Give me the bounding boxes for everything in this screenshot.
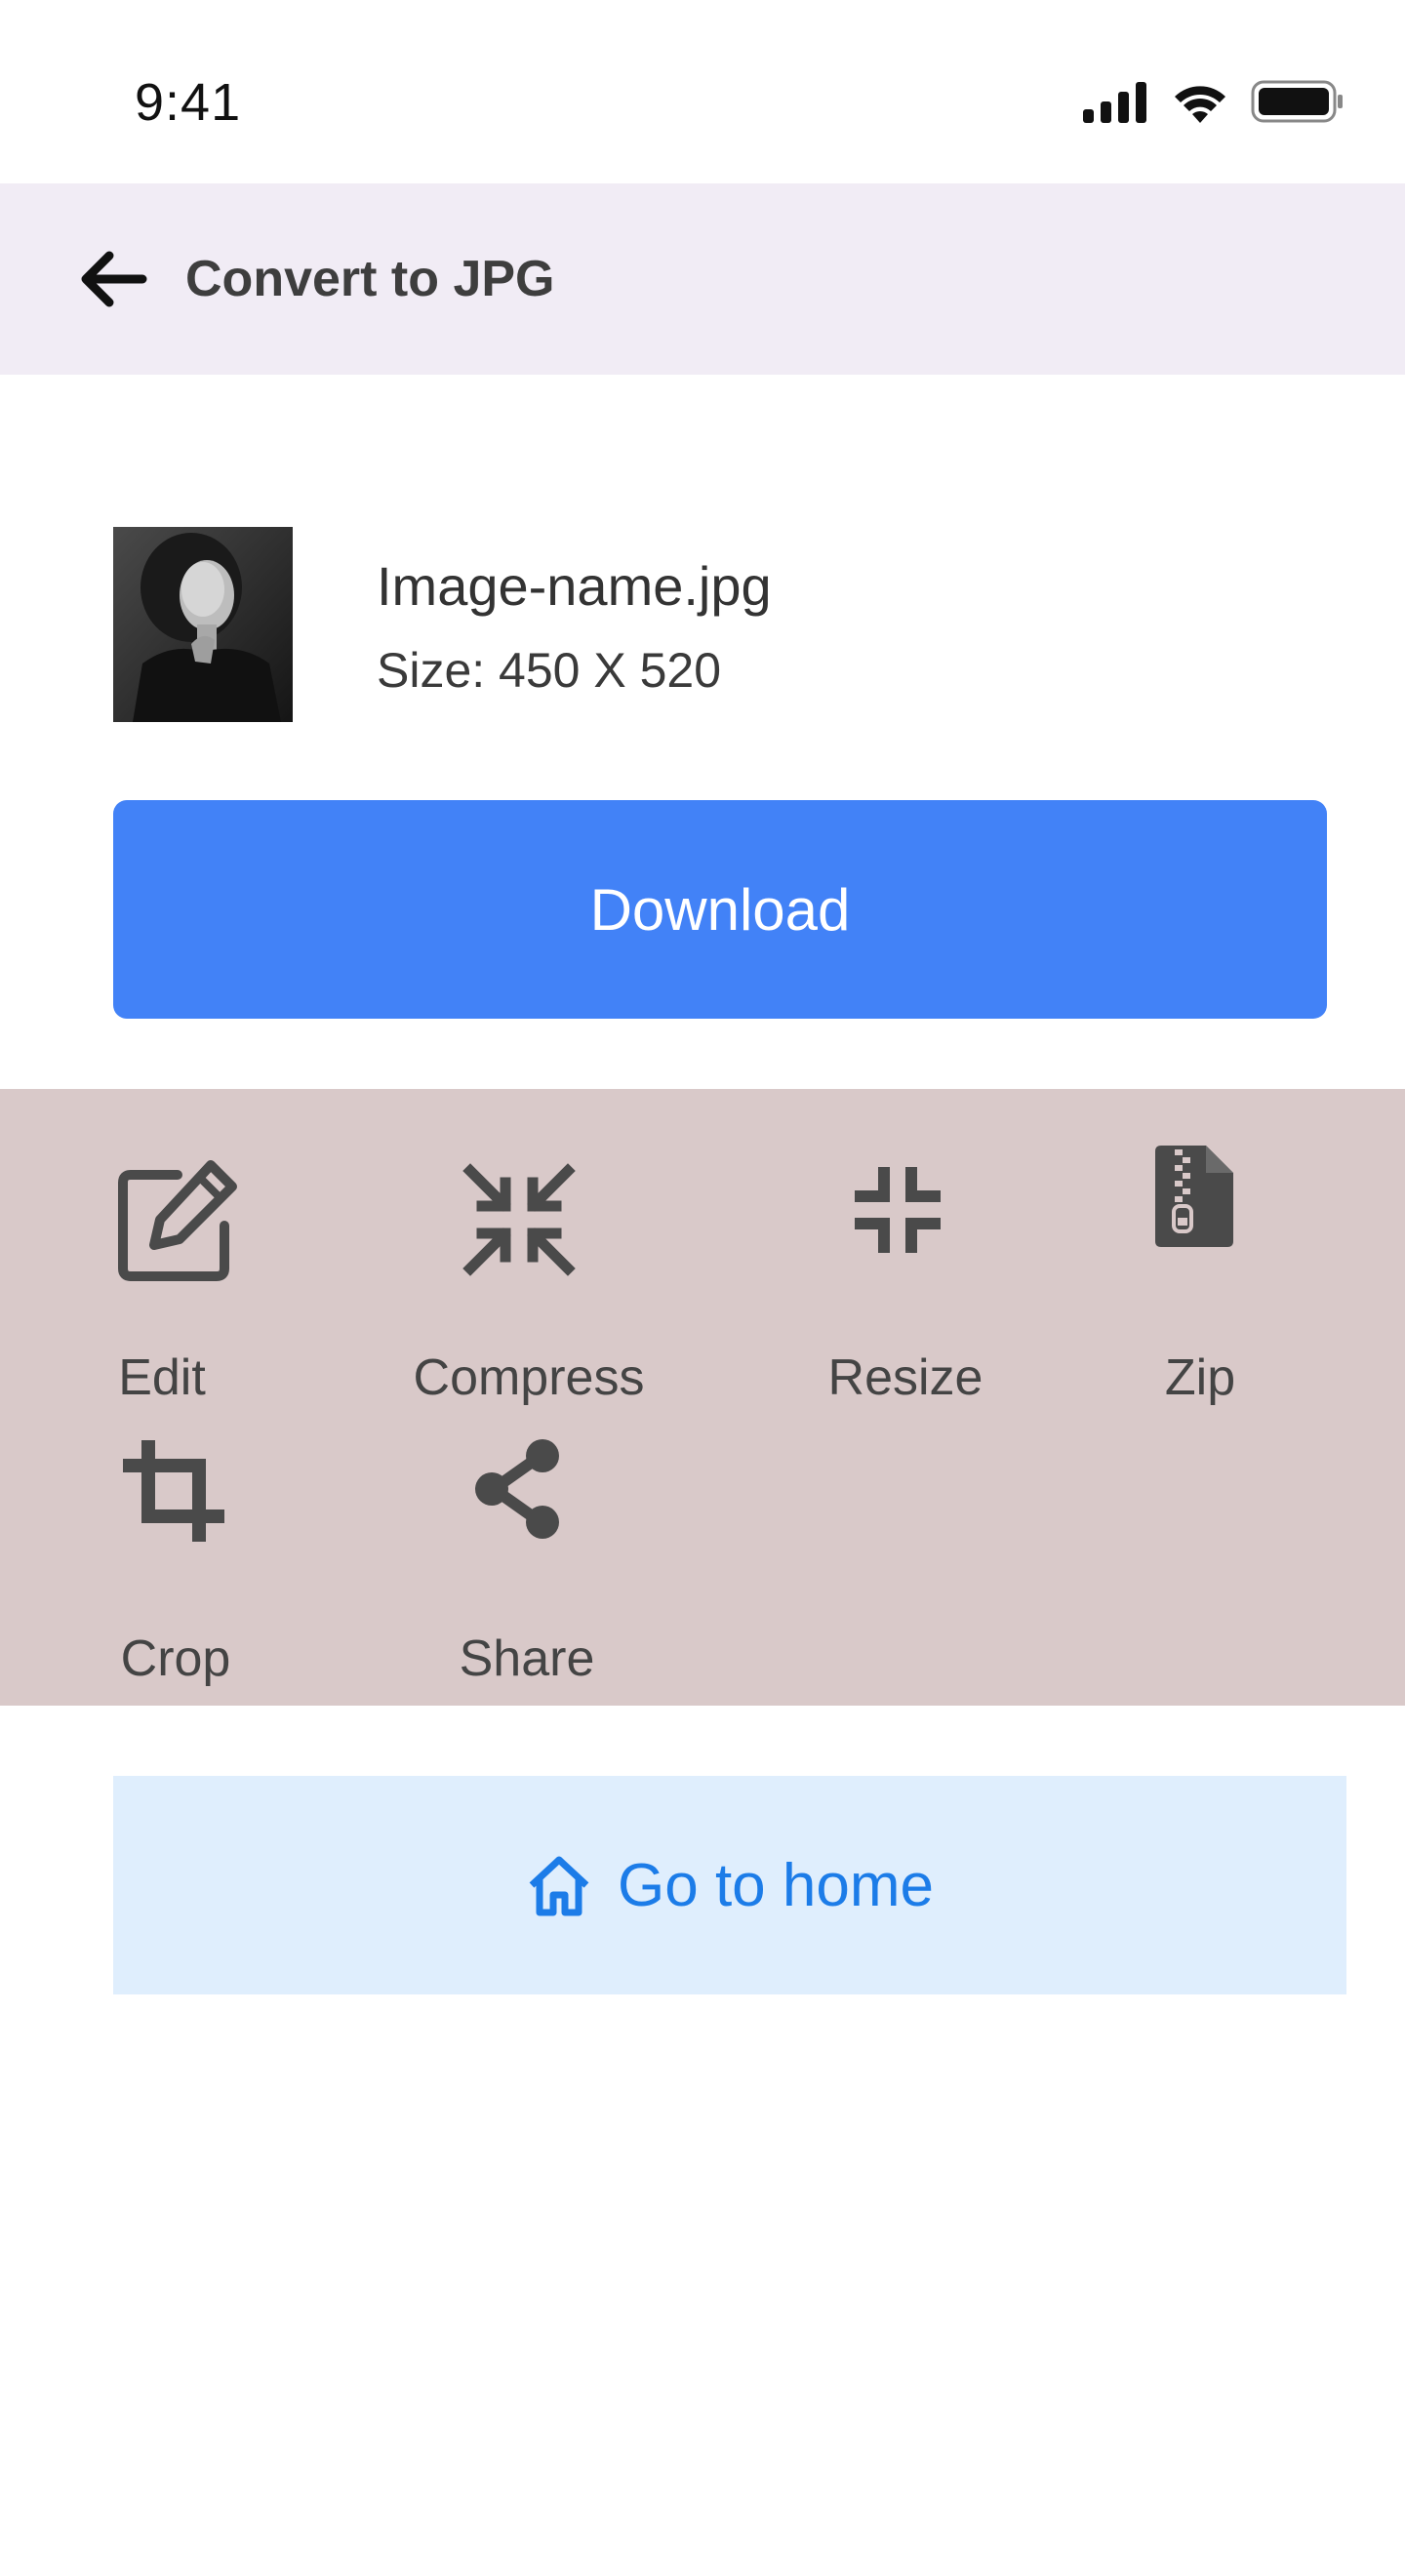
resize-icon: [855, 1167, 941, 1253]
tool-crop[interactable]: Crop: [29, 1434, 322, 1687]
page-title: Convert to JPG: [185, 251, 555, 307]
edit-icon: [118, 1160, 237, 1281]
battery-icon: [1251, 80, 1343, 123]
go-home-button[interactable]: Go to home: [113, 1776, 1346, 1994]
tool-edit-label: Edit: [118, 1349, 206, 1406]
tools-panel: Edit Compress Resize Zip Crop Share: [0, 1089, 1405, 1706]
tool-edit[interactable]: Edit: [16, 1153, 308, 1406]
tool-share[interactable]: Share: [381, 1434, 673, 1687]
signal-icon: [1083, 82, 1146, 123]
image-thumbnail: [113, 527, 293, 722]
tool-zip[interactable]: Zip: [1054, 1146, 1346, 1406]
tool-resize[interactable]: Resize: [759, 1153, 1052, 1406]
crop-icon: [123, 1440, 224, 1542]
portrait-image: [113, 527, 293, 722]
file-name: Image-name.jpg: [377, 555, 772, 617]
tool-compress-label: Compress: [413, 1349, 645, 1406]
app-header: Convert to JPG: [0, 183, 1405, 375]
back-button[interactable]: [78, 248, 148, 310]
arrow-left-icon: [81, 251, 147, 307]
download-button[interactable]: Download: [113, 800, 1327, 1019]
share-icon: [475, 1439, 559, 1539]
status-icons: [1083, 74, 1345, 129]
tool-crop-label: Crop: [120, 1630, 231, 1687]
zip-file-icon: [1155, 1146, 1233, 1247]
tool-share-label: Share: [459, 1630, 595, 1687]
go-home-label: Go to home: [618, 1851, 934, 1919]
home-icon: [529, 1856, 589, 1916]
tool-zip-label: Zip: [1164, 1349, 1236, 1406]
tool-compress[interactable]: Compress: [382, 1153, 675, 1406]
compress-icon: [462, 1163, 576, 1276]
status-bar: 9:41: [0, 0, 1405, 183]
status-time: 9:41: [135, 73, 242, 132]
wifi-icon: [1175, 86, 1225, 123]
file-size: Size: 450 X 520: [377, 643, 722, 698]
tool-resize-label: Resize: [827, 1349, 984, 1406]
